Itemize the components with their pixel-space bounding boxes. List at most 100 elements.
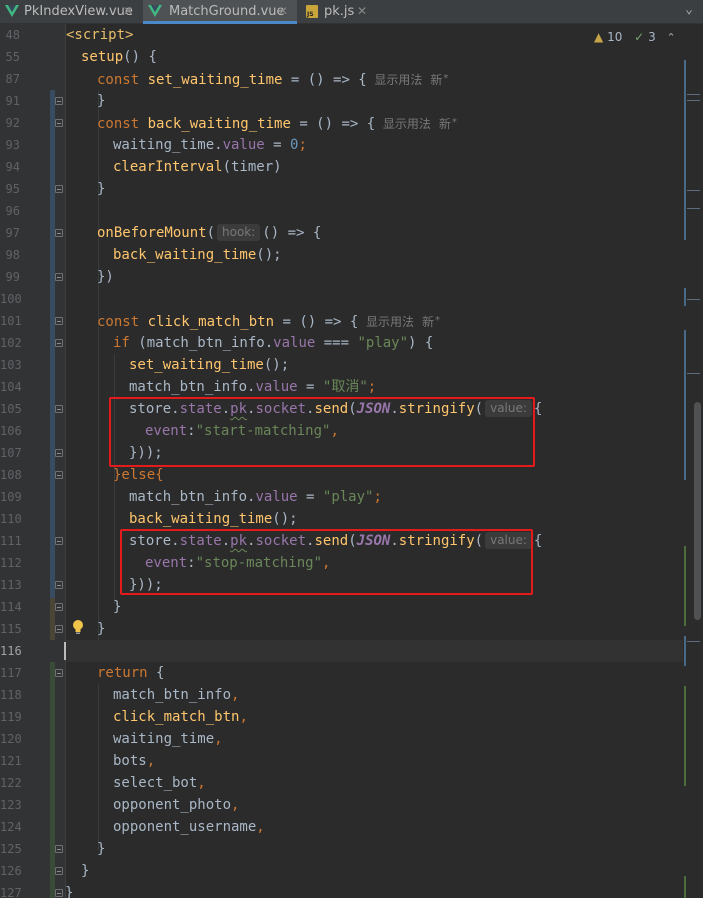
code-line-98: back_waiting_time(); <box>113 244 282 266</box>
vue-icon <box>148 5 162 17</box>
vcs-added-marker <box>50 662 55 898</box>
stripe-mark[interactable] <box>687 100 700 101</box>
fold-marker[interactable] <box>55 471 63 479</box>
fold-marker[interactable] <box>55 317 63 325</box>
code-line-95: } <box>97 178 105 200</box>
line-number: 101 <box>0 314 22 328</box>
line-number: 107 <box>0 446 22 460</box>
code-line-125: } <box>97 838 105 860</box>
line-number: 93 <box>5 138 20 152</box>
code-line-118: match_btn_info, <box>113 684 239 706</box>
code-line-108: }else{ <box>113 464 164 486</box>
code-token: } <box>97 841 106 857</box>
code-line-103: set_waiting_time(); <box>129 354 289 376</box>
fold-marker[interactable] <box>55 339 63 347</box>
fold-marker[interactable] <box>55 229 63 237</box>
usage-new: 新 <box>438 117 451 131</box>
code-token: ; <box>373 489 382 505</box>
fold-marker[interactable] <box>55 625 63 633</box>
fold-marker[interactable] <box>55 273 63 281</box>
code-token: if <box>113 335 130 351</box>
code-line-99: }) <box>97 266 114 288</box>
usage-label: 显示用法 <box>382 117 431 131</box>
line-number: 106 <box>0 424 22 438</box>
code-token: match_btn_info <box>113 687 232 703</box>
code-token: set_waiting_time <box>129 357 264 373</box>
fold-marker[interactable] <box>55 867 63 875</box>
code-token: } <box>113 599 122 615</box>
change-stripe-mark <box>684 686 686 786</box>
line-number: 114 <box>0 600 22 614</box>
code-token: = () => { <box>290 116 376 132</box>
stripe-mark[interactable] <box>687 641 700 642</box>
code-token: click_match_btn <box>147 314 275 330</box>
fold-marker[interactable] <box>55 581 63 589</box>
line-number: 118 <box>0 688 22 702</box>
tab-pkindexview[interactable]: PkIndexView.vue ✕ <box>0 0 138 24</box>
stripe-mark[interactable] <box>687 190 700 191</box>
code-token: opponent_username <box>113 819 257 835</box>
usage-hint[interactable]: 显示用法 新* <box>358 315 440 329</box>
fold-marker[interactable] <box>55 845 63 853</box>
line-number: 97 <box>5 226 20 240</box>
line-number: 91 <box>5 94 20 108</box>
highlight-box-stop-matching <box>120 529 533 595</box>
code-token: "play" <box>357 335 409 351</box>
code-token: = () => { <box>282 72 367 88</box>
chevron-up-icon[interactable]: ⌃ <box>667 29 676 47</box>
code-line-55: setup() { <box>81 46 157 68</box>
fold-marker[interactable] <box>55 603 63 611</box>
code-token: back_waiting_time <box>113 247 257 263</box>
stripe-mark[interactable] <box>687 373 700 374</box>
vertical-scrollbar-thumb[interactable] <box>694 402 701 620</box>
fold-marker[interactable] <box>55 669 63 677</box>
code-token: "play" <box>322 489 374 505</box>
code-token: }else{ <box>113 467 164 483</box>
code-line-123: opponent_photo, <box>113 794 239 816</box>
change-stripe-mark <box>684 876 686 898</box>
fold-marker[interactable] <box>55 97 63 105</box>
tab-matchground[interactable]: MatchGround.vue ✕ <box>143 0 297 24</box>
close-icon[interactable]: ✕ <box>123 0 133 23</box>
code-token: } <box>97 181 106 197</box>
lightbulb-icon[interactable] <box>72 619 84 635</box>
chevron-down-icon[interactable]: ⌄ <box>682 2 696 20</box>
current-line-highlight <box>66 640 683 662</box>
code-token: = <box>264 137 291 153</box>
code-token: ; <box>367 379 377 395</box>
usage-hint[interactable]: 显示用法 新* <box>375 117 457 131</box>
line-number: 117 <box>0 666 22 680</box>
code-token: set_waiting_time <box>147 72 283 88</box>
code-token: } <box>65 885 74 898</box>
stripe-mark[interactable] <box>687 299 700 300</box>
code-token: { <box>147 665 165 681</box>
fold-marker[interactable] <box>55 889 63 897</box>
fold-marker[interactable] <box>55 537 63 545</box>
code-token: }) <box>97 269 114 285</box>
fold-marker[interactable] <box>55 119 63 127</box>
usage-hint[interactable]: 显示用法 新* <box>367 73 448 87</box>
line-number: 104 <box>0 380 22 394</box>
line-number: 123 <box>0 798 22 812</box>
code-token: ( <box>206 225 216 241</box>
code-line-101: const click_match_btn = () => { 显示用法 新* <box>97 310 440 332</box>
code-token: back_waiting_time <box>129 511 273 527</box>
gutter-separator <box>65 24 66 898</box>
close-icon[interactable]: ✕ <box>278 0 288 23</box>
line-number: 127 <box>0 886 22 898</box>
fold-marker[interactable] <box>55 185 63 193</box>
line-number: 125 <box>0 842 22 856</box>
code-token: back_waiting_time <box>147 116 291 132</box>
tab-pkjs[interactable]: pk.js ✕ <box>300 0 372 24</box>
line-number: 55 <box>5 50 20 64</box>
stripe-mark[interactable] <box>687 208 700 209</box>
inspection-widget[interactable]: ▲ 10 ✓ 3 ⌃ ⌄ <box>594 28 696 46</box>
ide-window: PkIndexView.vue ✕ MatchGround.vue ✕ pk.j… <box>0 0 703 898</box>
stripe-mark[interactable] <box>687 94 700 95</box>
fold-marker[interactable] <box>55 405 63 413</box>
code-line-120: waiting_time, <box>113 728 223 750</box>
fold-marker[interactable] <box>55 449 63 457</box>
close-icon[interactable]: ✕ <box>357 0 367 23</box>
line-number: 111 <box>0 534 22 548</box>
tab-label: pk.js <box>324 4 355 19</box>
